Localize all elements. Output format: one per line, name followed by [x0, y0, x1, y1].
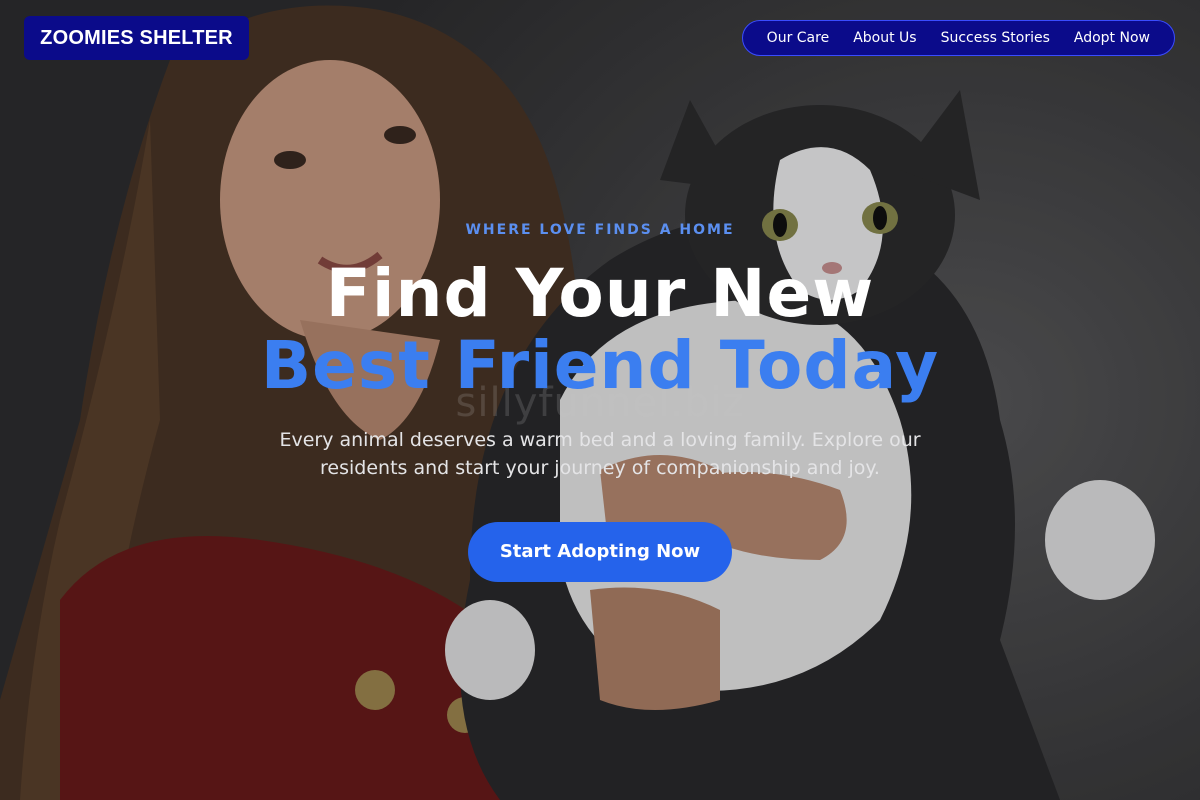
start-adopting-button[interactable]: Start Adopting Now — [468, 522, 732, 582]
hero-section: WHERE LOVE FINDS A HOME Find Your New Be… — [0, 222, 1200, 582]
nav-item-success-stories[interactable]: Success Stories — [929, 30, 1062, 46]
headline-line-1: Find Your New — [325, 255, 875, 332]
site-logo[interactable]: ZOOMIES SHELTER — [24, 16, 249, 60]
hero-description: Every animal deserves a warm bed and a l… — [279, 429, 921, 479]
nav-item-adopt-now[interactable]: Adopt Now — [1062, 30, 1162, 46]
hero-eyebrow: WHERE LOVE FINDS A HOME — [465, 222, 735, 238]
nav-item-our-care[interactable]: Our Care — [755, 30, 842, 46]
main-navigation: Our Care About Us Success Stories Adopt … — [741, 20, 1175, 56]
nav-item-about-us[interactable]: About Us — [841, 30, 928, 46]
headline-line-2: Best Friend Today — [260, 327, 940, 404]
hero-headline: Find Your New Best Friend Today — [0, 258, 1200, 402]
